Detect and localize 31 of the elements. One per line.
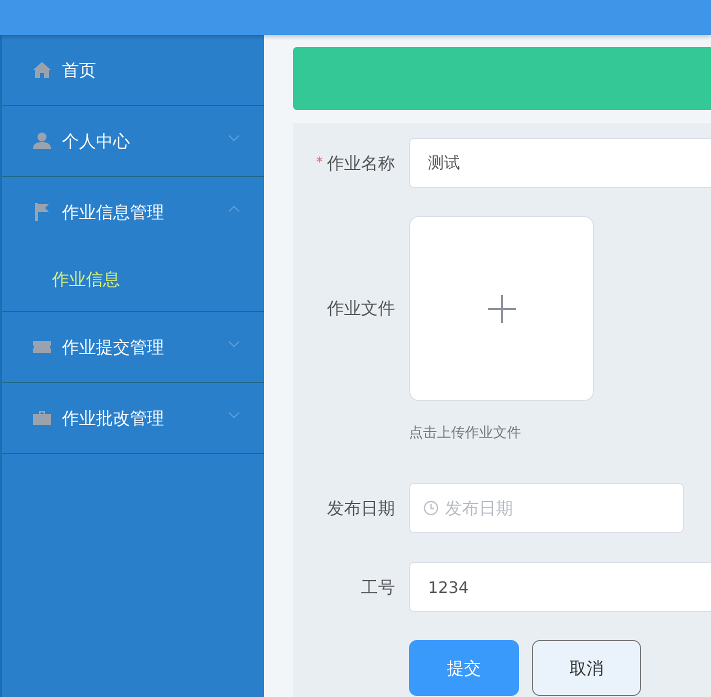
- field-label: 发布日期: [327, 498, 395, 520]
- input-field[interactable]: 1234: [409, 562, 711, 612]
- menu-item[interactable]: 作业信息管理: [2, 177, 264, 247]
- field-label: 作业文件: [327, 298, 395, 320]
- input-field[interactable]: 测试: [409, 138, 711, 188]
- menu-label: 作业信息管理: [62, 202, 165, 224]
- menu-item[interactable]: 作业提交管理: [2, 312, 264, 383]
- user-icon: [32, 131, 52, 151]
- submit-button[interactable]: 提交: [409, 640, 519, 696]
- menu-item[interactable]: 个人中心: [2, 106, 264, 177]
- cancel-button[interactable]: 取消: [532, 640, 641, 696]
- home-icon: [32, 60, 52, 80]
- field-label: 工号: [361, 576, 395, 598]
- menu-label: 作业批改管理: [62, 408, 165, 430]
- submenu-item[interactable]: 作业信息: [2, 247, 264, 312]
- menu-item[interactable]: 首页: [2, 35, 264, 106]
- chevron-down-icon: [228, 340, 240, 348]
- menu-label: 个人中心: [62, 130, 131, 152]
- menu-item[interactable]: 作业批改管理: [2, 383, 264, 454]
- chevron-up-icon: [228, 205, 240, 213]
- chevron-down-icon: [228, 411, 240, 419]
- upload-hint: 点击上传作业文件: [409, 424, 522, 442]
- plus-icon: [486, 294, 516, 324]
- menu-label: 作业提交管理: [62, 336, 165, 358]
- chevron-down-icon: [228, 134, 240, 142]
- flag-icon: [32, 202, 52, 222]
- briefcase-icon: [32, 408, 52, 428]
- menu-label: 首页: [62, 60, 97, 82]
- field-label: 作业名称: [327, 152, 395, 174]
- clock-icon: [423, 500, 439, 516]
- upload-box[interactable]: [409, 216, 594, 401]
